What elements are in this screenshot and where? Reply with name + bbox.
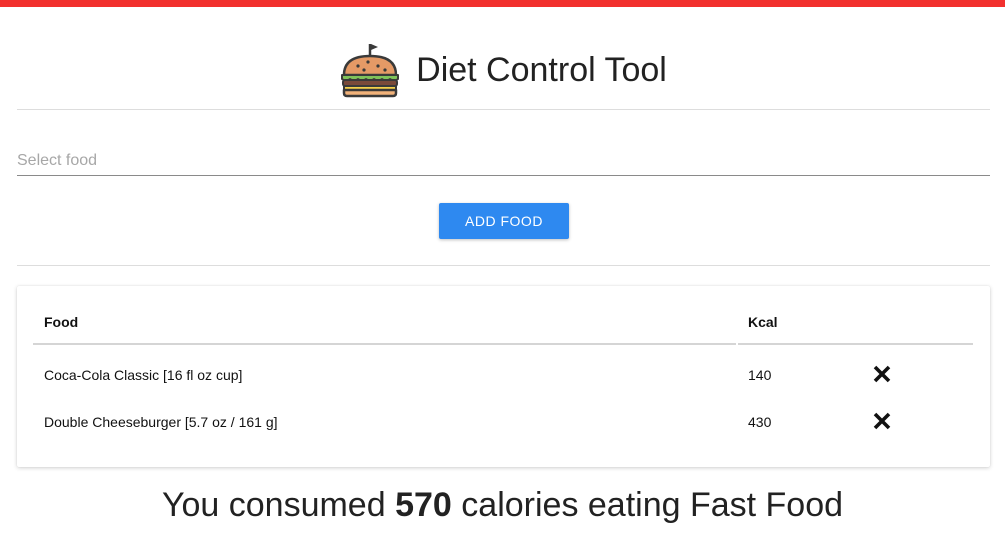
close-icon[interactable] — [870, 362, 894, 386]
close-icon[interactable] — [870, 409, 894, 433]
food-name-cell: Double Cheeseburger [5.7 oz / 161 g] — [44, 414, 278, 430]
food-select-input[interactable] — [17, 146, 990, 176]
burger-icon — [341, 44, 400, 98]
food-name-cell: Coca-Cola Classic [16 fl oz cup] — [44, 367, 243, 383]
table-row: Double Cheeseburger [5.7 oz / 161 g] 430 — [17, 402, 990, 442]
calorie-summary: You consumed 570 calories eating Fast Fo… — [0, 486, 1005, 525]
table-row: Coca-Cola Classic [16 fl oz cup] 140 — [17, 355, 990, 395]
top-accent-bar — [0, 0, 1005, 7]
add-food-button[interactable]: ADD FOOD — [439, 203, 569, 239]
kcal-column-header: Kcal — [748, 314, 778, 330]
app-header: Diet Control Tool — [0, 40, 1005, 100]
header-underline — [738, 343, 973, 345]
header-divider — [17, 109, 990, 110]
calorie-total: 570 — [395, 486, 452, 524]
page-title: Diet Control Tool — [416, 50, 667, 89]
food-column-header: Food — [44, 314, 79, 330]
summary-suffix: calories eating Fast Food — [461, 486, 844, 524]
kcal-cell: 140 — [748, 367, 772, 383]
header-underline — [33, 343, 736, 345]
kcal-cell: 430 — [748, 414, 772, 430]
summary-prefix: You consumed — [161, 486, 386, 524]
food-table-card: Food Kcal Coca-Cola Classic [16 fl oz cu… — [17, 286, 990, 467]
form-divider — [17, 265, 990, 266]
